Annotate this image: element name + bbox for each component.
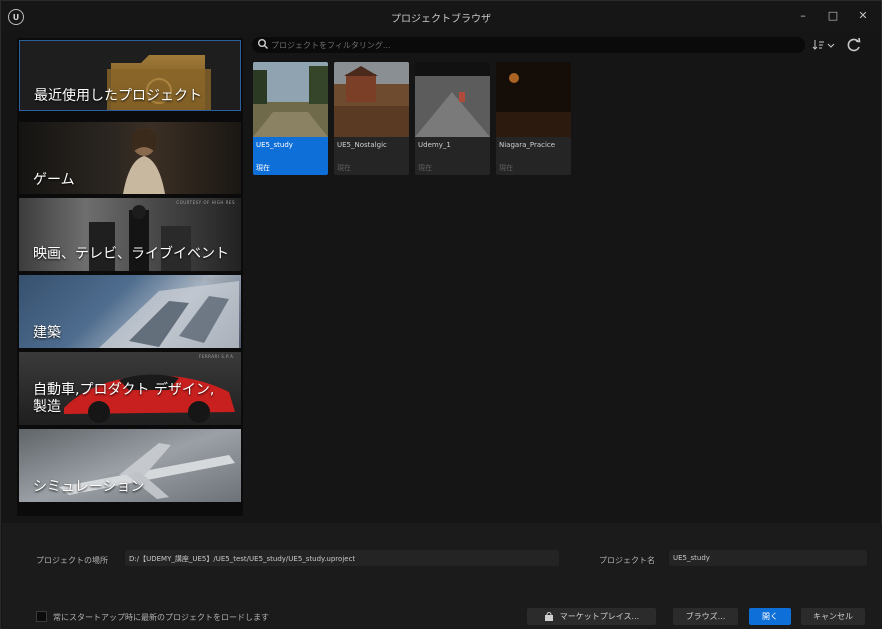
category-simulation[interactable]: シミュレーション [19, 429, 241, 502]
project-status: 現在 [499, 164, 513, 172]
project-location-label: プロジェクトの場所 [36, 556, 108, 565]
project-thumbnail [253, 62, 328, 137]
project-tile-udemy-1[interactable]: Udemy_1 現在 [415, 62, 490, 175]
project-name-label: プロジェクト名 [599, 556, 655, 565]
game-character-image [123, 128, 165, 194]
marketplace-label: マーケットプレイス... [559, 612, 640, 621]
category-recent-projects[interactable]: 最近使用したプロジェクト [19, 40, 241, 111]
sort-button[interactable] [812, 39, 838, 53]
close-button[interactable]: ✕ [853, 7, 873, 25]
category-architecture[interactable]: IMAGE ARCHITECTS 建築 [19, 275, 241, 348]
search-icon [258, 39, 268, 49]
project-browser-window: U プロジェクトブラウザ – □ ✕ 最近使用したプロジェクト ゲーム COUR… [0, 0, 882, 629]
project-status: 現在 [418, 164, 432, 172]
category-label: シミュレーション [33, 479, 145, 495]
project-name: UE5_study [256, 141, 293, 149]
project-thumbnail [334, 62, 409, 137]
project-name: Udemy_1 [418, 141, 451, 149]
project-name: Niagara_Pracice [499, 141, 556, 149]
project-name-field[interactable]: UE5_study [669, 550, 867, 566]
category-automotive[interactable]: FERRARI S.P.A. 自動車,プロダクト デザイン, 製造 [19, 352, 241, 425]
category-label-line2: 製造 [33, 399, 61, 415]
project-tile-niagara-pracice[interactable]: Niagara_Pracice 現在 [496, 62, 571, 175]
building-image [99, 281, 239, 348]
sort-icon [812, 40, 835, 50]
startup-load-checkbox[interactable] [36, 611, 47, 622]
category-label: 自動車,プロダクト デザイン, [33, 382, 215, 398]
project-status: 現在 [337, 164, 351, 172]
category-label: 最近使用したプロジェクト [34, 88, 202, 104]
marketplace-icon [544, 611, 553, 621]
category-label: 建築 [33, 325, 61, 341]
project-tile-ue5-study[interactable]: UE5_study 現在 [253, 62, 328, 175]
browse-button[interactable]: ブラウズ... [673, 608, 738, 625]
window-title: プロジェクトブラウザ [391, 14, 491, 25]
project-location-field[interactable]: D:/【UDEMY_講座_UE5】/UE5_test/UE5_study/UE5… [125, 550, 559, 566]
search-input[interactable] [271, 37, 791, 53]
cancel-button[interactable]: キャンセル [801, 608, 865, 625]
refresh-icon[interactable] [846, 37, 862, 53]
marketplace-button[interactable]: マーケットプレイス... [527, 608, 656, 625]
title-bar[interactable]: U プロジェクトブラウザ – □ ✕ [1, 1, 881, 31]
category-label: ゲーム [33, 172, 75, 188]
category-film-tv[interactable]: COURTESY OF HIGH RES 映画、テレビ、ライブイベント [19, 198, 241, 271]
project-name: UE5_Nostalgic [337, 141, 387, 149]
startup-load-label: 常にスタートアップ時に最新のプロジェクトをロードします [53, 613, 269, 622]
project-filter-search[interactable] [252, 37, 805, 53]
project-thumbnail [496, 62, 571, 137]
category-label: 映画、テレビ、ライブイベント [33, 246, 229, 262]
category-panel: 最近使用したプロジェクト ゲーム COURTESY OF HIGH RES 映画… [17, 38, 243, 516]
project-tile-ue5-nostalgic[interactable]: UE5_Nostalgic 現在 [334, 62, 409, 175]
project-status: 現在 [256, 164, 270, 172]
minimize-button[interactable]: – [793, 7, 813, 25]
image-credit: FERRARI S.P.A. [199, 354, 235, 359]
category-game[interactable]: ゲーム [19, 122, 241, 194]
open-button[interactable]: 開く [749, 608, 791, 625]
project-thumbnail [415, 62, 490, 137]
maximize-button[interactable]: □ [823, 7, 843, 25]
